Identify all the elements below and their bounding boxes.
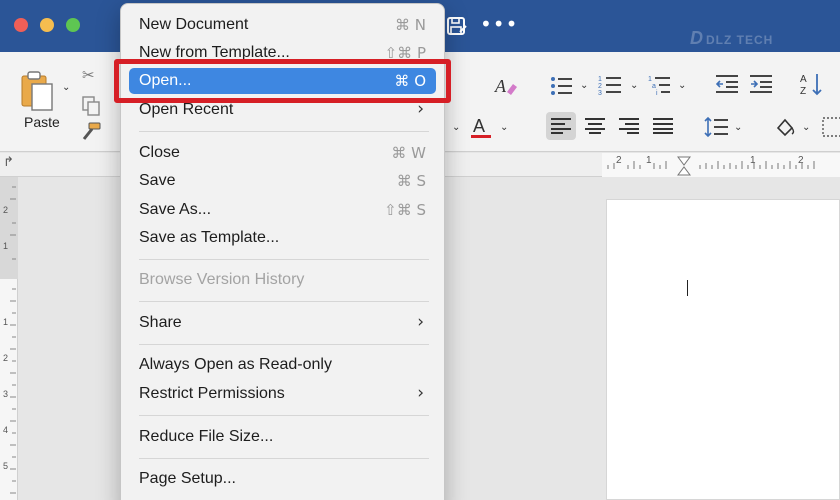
minimize-window-button[interactable] <box>40 18 54 32</box>
chevron-right-icon: › <box>417 99 424 119</box>
svg-text:i: i <box>656 90 658 96</box>
ruler-number: 1 <box>3 317 9 327</box>
svg-text:1: 1 <box>598 76 602 83</box>
ruler-number: 1 <box>750 155 756 166</box>
format-painter-icon[interactable] <box>80 122 102 142</box>
save-icon[interactable] <box>446 16 468 36</box>
watermark: D DLZ TECH <box>690 28 774 48</box>
ruler-number: 3 <box>3 389 9 399</box>
justify-button[interactable] <box>648 112 678 140</box>
line-spacing-icon[interactable] <box>704 116 728 138</box>
menu-item-open[interactable]: Open... ⌘ O <box>129 68 436 94</box>
menu-separator <box>139 415 429 416</box>
menu-item-reduce-file-size[interactable]: Reduce File Size... <box>129 424 436 450</box>
decrease-indent-icon[interactable] <box>716 74 738 94</box>
ruler-number: 4 <box>3 425 9 435</box>
ruler-number: 2 <box>3 205 9 215</box>
maximize-window-button[interactable] <box>66 18 80 32</box>
ruler-number: 1 <box>646 155 652 166</box>
cut-icon[interactable]: ✂ <box>82 66 95 84</box>
paste-button[interactable]: ⌄ Paste <box>14 68 74 138</box>
svg-text:a: a <box>652 83 656 90</box>
bullets-icon[interactable] <box>550 76 572 96</box>
ruler-number: 2 <box>798 155 804 166</box>
more-icon[interactable]: ••• <box>480 14 517 36</box>
svg-text:A: A <box>494 76 507 96</box>
justify-icon <box>653 118 673 134</box>
menu-separator <box>139 344 429 345</box>
menu-separator <box>139 458 429 459</box>
menu-item-new-document[interactable]: New Document ⌘ N <box>129 12 436 38</box>
font-size-chevron-icon[interactable]: ⌄ <box>452 122 460 133</box>
file-menu: New Document ⌘ N New from Template... ⇧⌘ P… <box>120 3 445 500</box>
multilevel-list-icon[interactable]: 1ai <box>648 74 672 96</box>
svg-text:A: A <box>800 74 807 85</box>
menu-separator <box>139 301 429 302</box>
sort-icon[interactable]: AZ <box>800 72 826 96</box>
chevron-right-icon: › <box>417 312 424 332</box>
chevron-right-icon: › <box>417 383 424 403</box>
menu-item-page-setup[interactable]: Page Setup... <box>129 466 436 492</box>
menu-item-save[interactable]: Save ⌘ S <box>129 168 436 194</box>
font-color-icon[interactable]: A <box>470 114 492 140</box>
svg-text:3: 3 <box>598 90 602 96</box>
paste-label: Paste <box>24 114 60 130</box>
increase-indent-icon[interactable] <box>750 74 772 94</box>
clear-formatting-icon[interactable]: A <box>494 74 518 98</box>
borders-icon[interactable] <box>822 116 840 138</box>
ruler-number: 5 <box>3 461 9 471</box>
shading-chevron-icon[interactable]: ⌄ <box>802 122 810 133</box>
align-right-button[interactable] <box>614 112 644 140</box>
paste-options-chevron-icon[interactable]: ⌄ <box>62 82 70 93</box>
ruler-number: 1 <box>3 241 9 251</box>
multilevel-list-chevron-icon[interactable]: ⌄ <box>678 80 686 91</box>
ruler-number: 2 <box>3 353 9 363</box>
align-center-icon <box>585 118 605 134</box>
menu-separator <box>139 259 429 260</box>
svg-text:2: 2 <box>598 83 602 90</box>
numbering-chevron-icon[interactable]: ⌄ <box>630 80 638 91</box>
menu-item-browse-version-history: Browse Version History <box>139 271 305 288</box>
paste-icon <box>21 71 53 111</box>
svg-text:1: 1 <box>648 76 652 83</box>
svg-text:Z: Z <box>800 86 806 96</box>
menu-item-always-open-read-only[interactable]: Always Open as Read-only <box>129 352 436 378</box>
font-color-chevron-icon[interactable]: ⌄ <box>500 122 508 133</box>
svg-text:A: A <box>473 116 485 136</box>
tab-stop-icon[interactable]: ↱ <box>3 155 14 170</box>
align-center-button[interactable] <box>580 112 610 140</box>
align-right-icon <box>619 118 639 134</box>
document-page[interactable] <box>606 199 840 500</box>
menu-item-new-from-template[interactable]: New from Template... ⇧⌘ P <box>129 40 436 66</box>
vertical-ruler: 2 1 1 2 3 4 5 <box>0 177 18 500</box>
menu-item-close[interactable]: Close ⌘ W <box>129 140 436 166</box>
ruler-number: 2 <box>616 155 622 166</box>
menu-separator <box>139 131 429 132</box>
shading-icon[interactable] <box>774 116 796 138</box>
text-cursor <box>687 280 688 296</box>
close-window-button[interactable] <box>14 18 28 32</box>
align-left-icon <box>551 118 571 134</box>
line-spacing-chevron-icon[interactable]: ⌄ <box>734 122 742 133</box>
numbering-icon[interactable]: 123 <box>598 74 622 96</box>
menu-item-share[interactable]: Share › <box>129 310 436 336</box>
bullets-chevron-icon[interactable]: ⌄ <box>580 80 588 91</box>
menu-item-save-as-template[interactable]: Save as Template... <box>129 225 436 251</box>
copy-icon[interactable] <box>82 96 100 116</box>
align-left-button[interactable] <box>546 112 576 140</box>
menu-item-save-as[interactable]: Save As... ⇧⌘ S <box>129 197 436 223</box>
menu-item-open-recent[interactable]: Open Recent › <box>129 97 436 123</box>
menu-item-restrict-permissions[interactable]: Restrict Permissions › <box>129 381 436 407</box>
ruler-scale: 2 1 1 2 <box>602 153 840 177</box>
